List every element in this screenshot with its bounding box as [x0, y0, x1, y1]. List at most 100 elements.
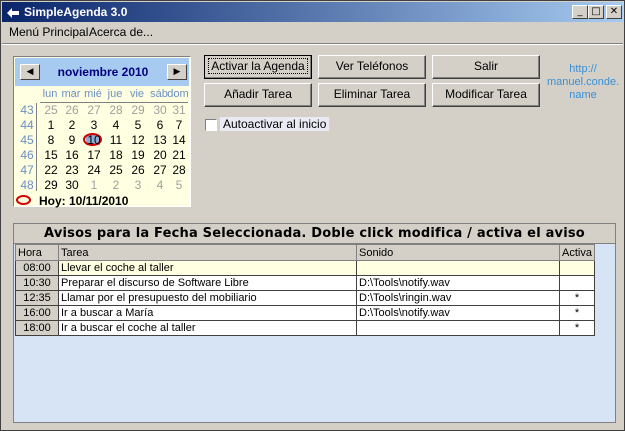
today-label[interactable]: Hoy: 10/11/2010: [39, 194, 128, 208]
calendar-day[interactable]: 9: [61, 133, 83, 147]
cell-tarea: Llevar el coche al taller: [58, 260, 357, 276]
app-icon: [7, 8, 19, 18]
cell-tarea: Ir a buscar a María: [58, 305, 357, 321]
title-bar[interactable]: SimpleAgenda 3.0 _ □ ✕: [2, 2, 623, 22]
cell-activa: *: [559, 305, 595, 321]
calendar-day[interactable]: 5: [127, 118, 149, 132]
column-header-tarea[interactable]: Tarea: [58, 244, 357, 261]
week-number: 44: [20, 118, 34, 132]
avisos-title: Avisos para la Fecha Seleccionada. Doble…: [14, 224, 615, 244]
calendar-day[interactable]: 26: [61, 103, 83, 117]
weekday-label: vie: [129, 88, 145, 100]
cell-sonido: D:\Tools\notify.wav: [356, 275, 560, 291]
cell-activa: *: [559, 290, 595, 306]
today-circle-icon: [16, 195, 31, 205]
website-link[interactable]: http://manuel.conde. name: [547, 63, 619, 102]
calendar-day[interactable]: 24: [83, 163, 105, 177]
minimize-button[interactable]: _: [572, 5, 588, 19]
calendar-day[interactable]: 4: [105, 118, 127, 132]
calendar-day[interactable]: 26: [127, 163, 149, 177]
calendar-day[interactable]: 27: [83, 103, 105, 117]
calendar-day[interactable]: 31: [168, 103, 190, 117]
activar-agenda-button[interactable]: Activar la Agenda: [204, 55, 312, 79]
weekday-label: dom: [167, 88, 189, 100]
calendar-header: ◀ noviembre 2010 ▶: [15, 58, 189, 86]
prev-month-button[interactable]: ◀: [20, 64, 40, 80]
calendar-day[interactable]: 29: [127, 103, 149, 117]
calendar-day[interactable]: 5: [168, 178, 190, 192]
calendar-day[interactable]: 11: [105, 133, 127, 147]
calendar-day[interactable]: 3: [127, 178, 149, 192]
cell-tarea: Preparar el discurso de Software Libre: [58, 275, 357, 291]
column-header-hora[interactable]: Hora: [15, 244, 59, 261]
week-number: 46: [20, 148, 34, 162]
maximize-button[interactable]: □: [588, 5, 604, 19]
calendar-day[interactable]: 23: [61, 163, 83, 177]
calendar-day[interactable]: 21: [168, 148, 190, 162]
cell-activa: [559, 275, 595, 291]
calendar-day[interactable]: 18: [105, 148, 127, 162]
calendar-month-label[interactable]: noviembre 2010: [45, 65, 161, 79]
calendar-day[interactable]: 28: [168, 163, 190, 177]
calendar-day[interactable]: 16: [61, 148, 83, 162]
eliminar-tarea-button[interactable]: Eliminar Tarea: [318, 83, 426, 107]
table-row[interactable]: 18:00 Ir a buscar el coche al taller *: [15, 320, 595, 336]
autoactivar-label[interactable]: Autoactivar al inicio: [220, 117, 330, 131]
column-header-sonido[interactable]: Sonido: [356, 244, 560, 261]
avisos-panel: Avisos para la Fecha Seleccionada. Doble…: [13, 223, 616, 423]
calendar-day[interactable]: 14: [168, 133, 190, 147]
calendar-day[interactable]: 25: [40, 103, 62, 117]
calendar-day[interactable]: 7: [168, 118, 190, 132]
calendar-day[interactable]: 17: [83, 148, 105, 162]
calendar-day[interactable]: 1: [40, 118, 62, 132]
weekday-label: mié: [84, 88, 102, 100]
table-header-row: Hora Tarea Sonido Activa: [15, 244, 595, 261]
next-month-button[interactable]: ▶: [167, 64, 187, 80]
calendar-day[interactable]: 2: [105, 178, 127, 192]
menu-divider: [2, 43, 623, 45]
weekday-label: lun: [42, 88, 58, 100]
week-number: 47: [20, 163, 34, 177]
weekday-label: mar: [61, 88, 81, 100]
cell-tarea: Llamar por el presupuesto del mobiliario: [58, 290, 357, 306]
modificar-tarea-button[interactable]: Modificar Tarea: [432, 83, 540, 107]
cell-sonido: D:\Tools\ringin.wav: [356, 290, 560, 306]
calendar-day[interactable]: 15: [40, 148, 62, 162]
calendar-day[interactable]: 22: [40, 163, 62, 177]
calendar-day[interactable]: 30: [61, 178, 83, 192]
cell-hora: 10:30: [15, 275, 59, 291]
calendar-day[interactable]: 19: [127, 148, 149, 162]
autoactivar-checkbox[interactable]: [205, 119, 217, 131]
column-header-activa[interactable]: Activa: [559, 244, 595, 261]
cell-hora: 08:00: [15, 260, 59, 276]
cell-sonido: D:\Tools\notify.wav: [356, 305, 560, 321]
month-calendar[interactable]: ◀ noviembre 2010 ▶ lun mar mié jue vie sáb dom…: [13, 56, 191, 208]
cell-sonido: [356, 320, 560, 336]
cell-hora: 12:35: [15, 290, 59, 306]
ver-telefonos-button[interactable]: Ver Teléfonos: [318, 55, 426, 79]
cell-sonido: [356, 260, 560, 276]
table-row[interactable]: 08:00 Llevar el coche al taller: [15, 260, 595, 276]
calendar-day[interactable]: 3: [83, 118, 105, 132]
table-row[interactable]: 10:30 Preparar el discurso de Software Li…: [15, 275, 595, 291]
calendar-day[interactable]: 10: [83, 133, 105, 147]
calendar-day[interactable]: 25: [105, 163, 127, 177]
menu-acerca-de[interactable]: Acerca de...: [89, 25, 153, 39]
cell-tarea: Ir a buscar el coche al taller: [58, 320, 357, 336]
cell-hora: 16:00: [15, 305, 59, 321]
weekday-label: jue: [107, 88, 123, 100]
activar-agenda-label: Activar la Agenda: [208, 58, 308, 74]
anadir-tarea-button[interactable]: Añadir Tarea: [204, 83, 312, 107]
salir-button[interactable]: Salir: [432, 55, 540, 79]
calendar-day[interactable]: 28: [105, 103, 127, 117]
calendar-day[interactable]: 12: [127, 133, 149, 147]
menu-principal[interactable]: Menú Principal: [9, 25, 88, 39]
calendar-day[interactable]: 29: [40, 178, 62, 192]
table-row[interactable]: 16:00 Ir a buscar a María D:\Tools\notify.…: [15, 305, 595, 321]
close-button[interactable]: ✕: [606, 5, 622, 19]
calendar-day[interactable]: 1: [83, 178, 105, 192]
table-row[interactable]: 12:35 Llamar por el presupuesto del mobil…: [15, 290, 595, 306]
calendar-day[interactable]: 2: [61, 118, 83, 132]
avisos-table: Hora Tarea Sonido Activa 08:00 Llevar el …: [15, 244, 595, 336]
calendar-day[interactable]: 8: [40, 133, 62, 147]
